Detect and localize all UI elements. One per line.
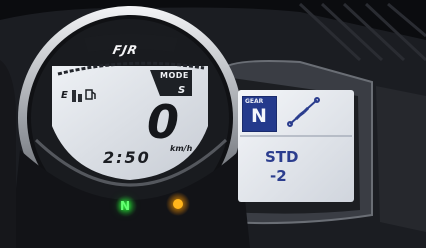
speed-unit: km/h: [170, 144, 193, 153]
gear-label: GEAR: [245, 98, 264, 105]
instrument-cluster-photo: FJR MODE S E 0 km/h 2:50 GEAR N STD -2 N: [0, 0, 426, 248]
gear-value: N: [251, 105, 267, 127]
suspension-setting: STD: [265, 148, 299, 166]
suspension-adjustment: -2: [270, 167, 287, 185]
neutral-indicator-icon: N: [120, 199, 131, 213]
brand-logo: FJR: [111, 43, 140, 57]
cluster-housing: [0, 0, 426, 248]
speed-readout: 0: [147, 95, 181, 149]
mode-label: MODE: [160, 71, 189, 80]
clock-readout: 2:50: [103, 148, 151, 167]
warning-light-icon: [173, 199, 183, 209]
fuel-empty-label: E: [61, 90, 68, 101]
